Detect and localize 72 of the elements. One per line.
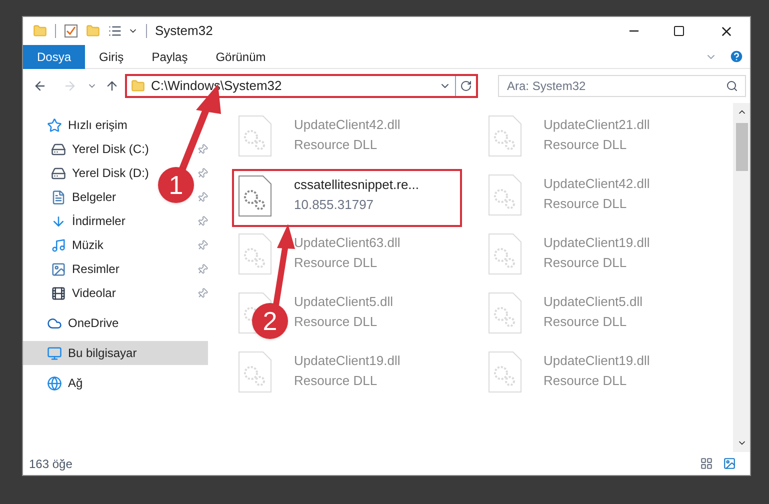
toolbar-icon[interactable] [108,24,122,38]
nav-item[interactable]: Resimler [51,257,124,281]
nav-item[interactable]: Belgeler [51,185,120,209]
file-name: cssatellitesnippet.re... [294,176,420,194]
search-field[interactable]: Ara: System32 [498,75,746,97]
document-icon [51,190,66,204]
window-title: System32 [155,22,213,40]
file-detail: 10.855.31797 [294,196,375,214]
down-arrow-icon [51,214,66,228]
search-icon[interactable] [726,80,738,92]
nav-item[interactable]: Bu bilgisayar [23,341,208,365]
ribbon-tab[interactable]: Dosya [23,44,86,68]
up-icon[interactable] [105,79,119,93]
film-icon [51,286,66,300]
nav-item[interactable]: İndirmeler [51,209,130,233]
file-detail: Resource DLL [294,312,378,330]
tiles-view-icon[interactable] [723,457,736,470]
drive-icon [51,166,66,180]
scroll-thumb[interactable] [736,123,748,171]
file-name: UpdateClient19.dll [294,352,400,370]
ribbon-tab[interactable]: Giriş [85,44,138,68]
ribbon-tab[interactable]: Paylaş [138,44,202,68]
gear-file-icon [488,233,522,275]
nav-item[interactable]: Yerel Disk (D:) [51,161,153,185]
file-name: UpdateClient42.dll [294,116,400,134]
file-name: UpdateClient63.dll [294,234,400,252]
file-detail: Resource DLL [544,312,628,330]
file-name: UpdateClient42.dll [544,175,650,193]
file-detail: Resource DLL [544,194,628,212]
gear-file-icon [238,233,272,275]
network-icon [47,376,62,390]
nav-item[interactable]: Videolar [51,281,120,305]
scrollbar[interactable] [733,103,750,452]
drive-icon [51,142,66,156]
nav-item[interactable]: Müzik [51,233,108,257]
gear-file-icon [488,174,522,216]
refresh-icon [460,80,472,92]
gear-file-icon [488,115,522,157]
back-icon[interactable] [33,79,47,93]
star-icon [47,118,62,132]
file-name: UpdateClient5.dll [294,293,394,311]
file-detail: Resource DLL [544,254,628,272]
details-view-icon[interactable] [700,457,713,470]
file-detail: Resource DLL [544,136,628,154]
monitor-icon [47,346,62,360]
file-detail: Resource DLL [294,372,378,390]
gear-file-icon [238,175,272,217]
file-name: UpdateClient21.dll [544,116,650,134]
maximize-icon[interactable] [673,25,685,37]
music-note-icon [51,238,66,252]
cloud-icon [47,316,62,330]
gear-file-icon [238,351,272,393]
properties-icon[interactable] [64,24,78,38]
ribbon-tab[interactable]: Görünüm [202,44,280,68]
picture-icon [51,262,66,276]
folder-icon [131,79,145,93]
file-detail: Resource DLL [294,136,378,154]
file-name: UpdateClient5.dll [544,293,643,311]
gear-file-icon [488,292,522,334]
gear-file-icon [488,351,522,393]
selected-file-tile[interactable]: cssatellitesnippet.re... 10.855.31797 [234,171,460,225]
file-detail: Resource DLL [294,254,378,272]
file-name: UpdateClient19.dll [544,352,650,370]
item-count: 163 öğe [29,456,72,472]
help-icon[interactable] [729,49,744,64]
nav-item[interactable]: Ağ [23,371,208,395]
nav-item[interactable]: OneDrive [23,311,208,335]
nav-item[interactable]: Hızlı erişim [23,113,208,137]
nav-item[interactable]: Yerel Disk (C:) [51,137,153,161]
file-name: UpdateClient19.dll [544,234,650,252]
file-detail: Resource DLL [544,372,628,390]
gear-file-icon [238,115,272,157]
